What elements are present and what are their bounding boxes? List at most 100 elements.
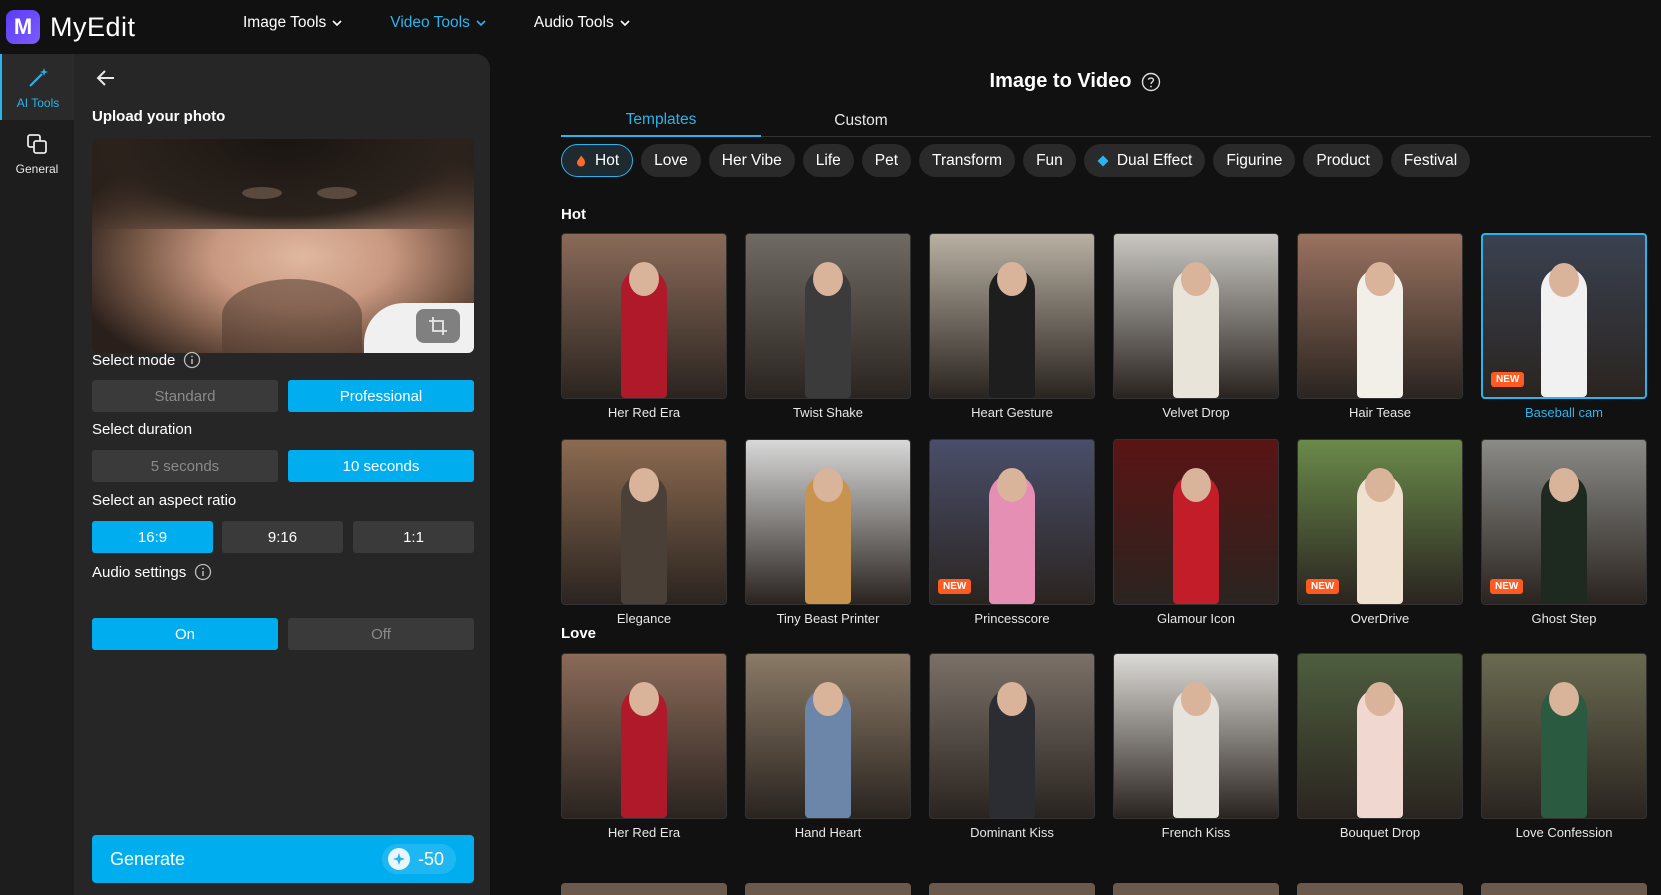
template-card[interactable]: Her Red Era [561, 233, 727, 420]
template-thumbnail[interactable] [561, 653, 727, 819]
chip-festival[interactable]: Festival [1390, 144, 1471, 177]
logo-mark: M [6, 10, 40, 44]
chip-transform[interactable]: Transform [919, 144, 1016, 177]
chip-fun[interactable]: Fun [1023, 144, 1076, 177]
duration-10s-button[interactable]: 10 seconds [288, 450, 474, 482]
crop-button[interactable] [416, 309, 460, 343]
template-thumbnail[interactable]: NEW [929, 439, 1095, 605]
chip-label: Product [1316, 151, 1370, 169]
generate-button[interactable]: Generate -50 [92, 835, 474, 883]
template-card[interactable]: NEW Princesscore [929, 439, 1095, 626]
template-thumbnail[interactable] [929, 653, 1095, 819]
template-thumbnail[interactable] [1481, 653, 1647, 819]
template-thumbnail[interactable] [1297, 653, 1463, 819]
template-card[interactable]: Velvet Drop [1113, 233, 1279, 420]
template-thumbnail[interactable] [1113, 439, 1279, 605]
template-thumbnail[interactable] [745, 653, 911, 819]
rail-item-general[interactable]: General [0, 120, 74, 186]
template-card[interactable]: Elegance [561, 439, 727, 626]
chip-figurine[interactable]: Figurine [1213, 144, 1296, 177]
info-icon[interactable] [183, 351, 201, 369]
nav-image-tools-label: Image Tools [243, 14, 327, 31]
thumbnail-face [997, 262, 1027, 296]
thumbnail-face [813, 468, 843, 502]
chip-love[interactable]: Love [641, 144, 701, 177]
audio-off-button[interactable]: Off [288, 618, 474, 650]
template-card[interactable]: Love Confession [1481, 653, 1647, 840]
info-icon[interactable] [194, 563, 212, 581]
template-card[interactable]: Heart Gesture [929, 233, 1095, 420]
back-arrow-icon[interactable] [94, 66, 118, 90]
app-logo[interactable]: M MyEdit [6, 10, 136, 44]
template-card[interactable]: French Kiss [1113, 653, 1279, 840]
chip-life[interactable]: Life [802, 144, 854, 177]
template-thumbnail[interactable] [1297, 233, 1463, 399]
aspect-1-1-button[interactable]: 1:1 [353, 521, 474, 553]
left-rail: AI Tools General [0, 54, 74, 895]
aspect-16-9-button[interactable]: 16:9 [92, 521, 213, 553]
mode-professional-button[interactable]: Professional [288, 380, 474, 412]
nav-video-tools[interactable]: Video Tools [390, 14, 486, 32]
thumbnail-face [1181, 468, 1211, 502]
template-thumbnail[interactable] [1113, 233, 1279, 399]
template-thumbnail[interactable]: NEW [1481, 439, 1647, 605]
aspect-label-text: Select an aspect ratio [92, 492, 237, 509]
template-card[interactable]: Bouquet Drop [1297, 653, 1463, 840]
crop-icon [429, 317, 447, 335]
template-label: Dominant Kiss [970, 825, 1054, 840]
page-title-text: Image to Video [989, 70, 1132, 92]
template-thumbnail[interactable] [745, 439, 911, 605]
flame-icon [577, 155, 585, 166]
template-label: OverDrive [1350, 611, 1410, 626]
template-card[interactable]: Hair Tease [1297, 233, 1463, 420]
main-area: Image to Video Templates Custom Hot Love H… [490, 54, 1661, 895]
template-thumbnail[interactable] [561, 439, 727, 605]
chip-her-vibe[interactable]: Her Vibe [708, 144, 795, 177]
rail-item-ai-tools[interactable]: AI Tools [0, 54, 74, 120]
template-thumbnail[interactable]: NEW [1481, 233, 1647, 399]
template-thumbnail[interactable] [745, 233, 911, 399]
template-thumbnail[interactable] [561, 233, 727, 399]
chip-product[interactable]: Product [1303, 144, 1383, 177]
generate-label: Generate [110, 848, 186, 869]
copy-icon [27, 133, 47, 154]
nav-audio-tools[interactable]: Audio Tools [534, 14, 630, 32]
nav-image-tools[interactable]: Image Tools [243, 14, 342, 32]
thumb-peek [1297, 883, 1463, 895]
duration-5s-button[interactable]: 5 seconds [92, 450, 278, 482]
chip-label: Transform [932, 151, 1003, 169]
template-thumbnail[interactable] [1113, 653, 1279, 819]
template-label: Her Red Era [607, 825, 681, 840]
tab-templates[interactable]: Templates [561, 104, 761, 137]
chip-dual-effect[interactable]: Dual Effect [1083, 144, 1206, 177]
template-card[interactable]: Her Red Era [561, 653, 727, 840]
template-card[interactable]: NEW OverDrive [1297, 439, 1463, 626]
duration-label: Select duration [92, 421, 192, 438]
template-card[interactable]: Tiny Beast Printer [745, 439, 911, 626]
mode-label-text: Select mode [92, 351, 176, 369]
credit-value: -50 [417, 848, 444, 869]
tab-custom[interactable]: Custom [761, 104, 961, 137]
diamond-icon [1097, 155, 1109, 166]
chip-pet[interactable]: Pet [861, 144, 912, 177]
template-card[interactable]: Dominant Kiss [929, 653, 1095, 840]
template-card[interactable]: Hand Heart [745, 653, 911, 840]
template-card[interactable]: NEW Baseball cam [1481, 233, 1647, 420]
template-thumbnail[interactable]: NEW [1297, 439, 1463, 605]
template-label: Hand Heart [794, 825, 862, 840]
help-icon[interactable] [1141, 72, 1161, 92]
uploaded-photo[interactable] [92, 139, 474, 353]
audio-label: Audio settings [92, 563, 212, 581]
aspect-9-16-button[interactable]: 9:16 [222, 521, 343, 553]
chip-label: Her Vibe [721, 151, 782, 169]
template-card[interactable]: Twist Shake [745, 233, 911, 420]
template-thumbnail[interactable] [929, 233, 1095, 399]
template-card[interactable]: Glamour Icon [1113, 439, 1279, 626]
mode-standard-button[interactable]: Standard [92, 380, 278, 412]
audio-on-button[interactable]: On [92, 618, 278, 650]
chip-hot[interactable]: Hot [561, 144, 634, 177]
new-badge: NEW [1491, 372, 1525, 387]
template-label: Hair Tease [1349, 405, 1411, 420]
template-card[interactable]: NEW Ghost Step [1481, 439, 1647, 626]
photo-beard [222, 279, 362, 353]
